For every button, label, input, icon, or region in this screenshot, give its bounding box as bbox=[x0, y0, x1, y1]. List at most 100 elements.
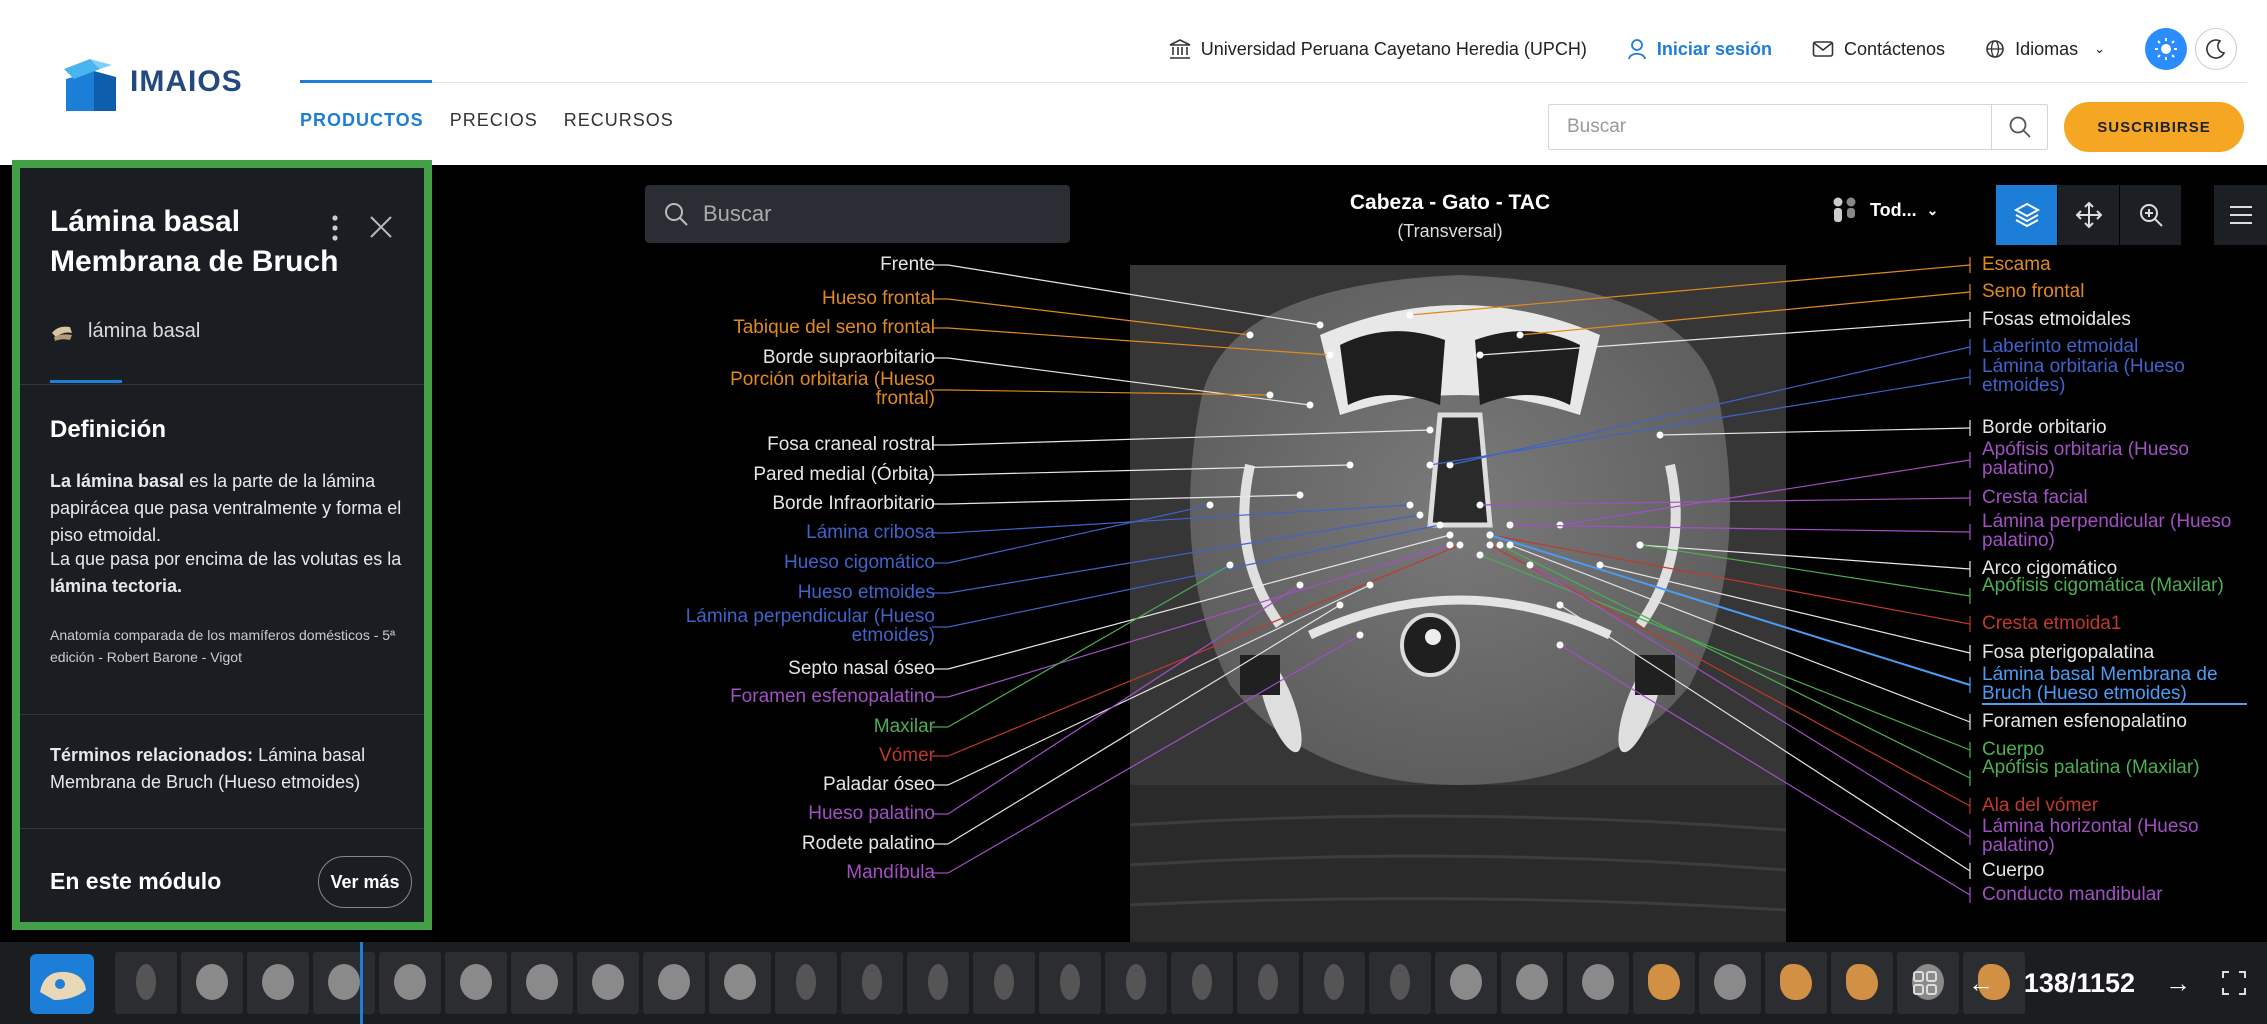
series-thumbnail[interactable] bbox=[1831, 952, 1893, 1014]
anatomy-label-right[interactable]: Fosa pterigopalatina bbox=[1982, 643, 2154, 663]
anatomy-label-right[interactable]: Cresta etmoida1 bbox=[1982, 614, 2121, 634]
anatomy-label-right[interactable]: Cuerpo bbox=[1982, 861, 2044, 881]
nav-item-productos[interactable]: PRODUCTOS bbox=[300, 110, 424, 131]
series-thumbnail[interactable] bbox=[577, 952, 639, 1014]
thumbnail-image bbox=[592, 964, 624, 1000]
series-thumbnail[interactable] bbox=[1237, 952, 1299, 1014]
fullscreen-icon[interactable] bbox=[2221, 970, 2247, 996]
series-thumbnail[interactable] bbox=[379, 952, 441, 1014]
login-label: Iniciar sesión bbox=[1656, 38, 1772, 59]
anatomy-label-right[interactable]: Seno frontal bbox=[1982, 282, 2084, 302]
series-thumbnail[interactable] bbox=[511, 952, 573, 1014]
series-thumbnail[interactable] bbox=[1765, 952, 1827, 1014]
anatomy-label-right[interactable]: Borde orbitario bbox=[1982, 418, 2107, 438]
definition-p1-bold: La lámina basal bbox=[50, 471, 185, 491]
nav-item-recursos[interactable]: RECURSOS bbox=[564, 110, 674, 131]
close-panel-button[interactable] bbox=[366, 212, 396, 242]
header-divider bbox=[300, 82, 2247, 83]
anatomy-label-right[interactable]: Fosas etmoidales bbox=[1982, 310, 2131, 330]
series-thumbnail[interactable] bbox=[247, 952, 309, 1014]
anatomy-label-right[interactable]: Conducto mandibular bbox=[1982, 885, 2163, 905]
grid-view-icon[interactable] bbox=[1912, 970, 1938, 996]
anatomy-label-right[interactable]: Ala del vómer bbox=[1982, 796, 2098, 816]
anatomy-label-right[interactable]: Escama bbox=[1982, 255, 2051, 275]
series-thumbnail[interactable] bbox=[1171, 952, 1233, 1014]
next-slice-button[interactable]: → bbox=[2165, 968, 2191, 999]
series-thumbnail[interactable] bbox=[313, 952, 375, 1014]
language-label: Idiomas bbox=[2015, 38, 2079, 59]
series-thumbnail[interactable] bbox=[643, 952, 705, 1014]
contact-label: Contáctenos bbox=[1843, 38, 1946, 59]
dark-mode-button[interactable] bbox=[2195, 28, 2237, 70]
thumbnail-image bbox=[460, 964, 492, 1000]
anatomy-label-right[interactable]: Lámina perpendicular (Hueso palatino) bbox=[1982, 512, 2257, 550]
anatomy-label-right[interactable]: Lámina horizontal (Hueso palatino) bbox=[1982, 817, 2257, 855]
more-options-button[interactable] bbox=[320, 208, 350, 248]
series-thumbnail[interactable] bbox=[1039, 952, 1101, 1014]
panel-divider bbox=[20, 828, 424, 829]
cat-skull-icon bbox=[40, 971, 86, 1000]
imaios-logo[interactable]: IMAIOS bbox=[60, 55, 270, 115]
series-thumbnail[interactable] bbox=[907, 952, 969, 1014]
anatomy-label-right[interactable]: Lámina orbitaria (Hueso etmoides) bbox=[1982, 357, 2257, 395]
panel-divider bbox=[20, 714, 424, 715]
panel-title-line1: Lámina basal bbox=[50, 205, 241, 238]
theme-toggle[interactable] bbox=[2145, 28, 2237, 70]
thumbnail-image bbox=[196, 964, 228, 1000]
species-icon[interactable] bbox=[30, 954, 94, 1014]
anatomy-label-right[interactable]: Laberinto etmoidal bbox=[1982, 337, 2138, 357]
series-thumbnail[interactable] bbox=[973, 952, 1035, 1014]
anatomy-label-right[interactable]: Apófisis orbitaria (Hueso palatino) bbox=[1982, 440, 2257, 478]
kebab-icon bbox=[332, 215, 338, 241]
thumbnail-image bbox=[1450, 964, 1482, 1000]
alternate-term: lámina basal bbox=[50, 320, 200, 343]
anatomy-label-right[interactable]: Lámina basal Membrana de Bruch (Hueso et… bbox=[1982, 665, 2247, 705]
thumbnail-image bbox=[1060, 964, 1080, 1000]
thumbnail-image bbox=[862, 964, 882, 1000]
series-thumbnail[interactable] bbox=[1105, 952, 1167, 1014]
thumbnail-image bbox=[796, 964, 816, 1000]
series-thumbnail[interactable] bbox=[1303, 952, 1365, 1014]
series-thumbnail[interactable] bbox=[841, 952, 903, 1014]
series-thumbnail[interactable] bbox=[1435, 952, 1497, 1014]
institution-link[interactable]: Universidad Peruana Cayetano Heredia (UP… bbox=[1169, 38, 1587, 60]
see-more-button[interactable]: Ver más bbox=[318, 856, 412, 908]
moon-icon bbox=[2206, 39, 2226, 59]
series-thumbnail[interactable] bbox=[1369, 952, 1431, 1014]
series-thumbnail[interactable] bbox=[1501, 952, 1563, 1014]
logo-cube-icon bbox=[64, 59, 116, 111]
site-search-button[interactable] bbox=[1991, 105, 2047, 149]
series-thumbnail[interactable] bbox=[775, 952, 837, 1014]
light-mode-button[interactable] bbox=[2145, 28, 2187, 70]
language-select[interactable]: Idiomas ⌄ bbox=[1985, 39, 2105, 60]
thumbnail-image bbox=[724, 964, 756, 1000]
series-thumbnail[interactable] bbox=[1699, 952, 1761, 1014]
series-thumbnail[interactable] bbox=[181, 952, 243, 1014]
site-header: IMAIOS Universidad Peruana Cayetano Here… bbox=[0, 0, 2267, 165]
contact-link[interactable]: Contáctenos bbox=[1812, 39, 1945, 60]
series-thumbnail[interactable] bbox=[115, 952, 177, 1014]
site-search-input[interactable] bbox=[1549, 105, 1991, 149]
institution-icon bbox=[1169, 39, 1191, 59]
subscribe-button[interactable]: SUSCRIBIRSE bbox=[2064, 102, 2244, 152]
reference-text: Anatomía comparada de los mamíferos domé… bbox=[50, 627, 396, 665]
thumbnail-image bbox=[262, 964, 294, 1000]
nav-active-indicator bbox=[300, 80, 432, 83]
anatomy-label-right[interactable]: Foramen esfenopalatino bbox=[1982, 712, 2187, 732]
previous-slice-button[interactable]: ← bbox=[1968, 968, 1994, 999]
thumbnail-image bbox=[1846, 964, 1878, 1000]
series-thumbnail[interactable] bbox=[445, 952, 507, 1014]
login-link[interactable]: Iniciar sesión bbox=[1627, 38, 1772, 60]
series-thumbnail[interactable] bbox=[709, 952, 771, 1014]
series-thumbnail[interactable] bbox=[1633, 952, 1695, 1014]
mail-icon bbox=[1812, 41, 1834, 57]
anatomy-label-right[interactable]: Cresta facial bbox=[1982, 488, 2088, 508]
anatomy-label-right[interactable]: Apófisis cigomática (Maxilar) bbox=[1982, 576, 2257, 595]
related-terms: Términos relacionados: Lámina basal Memb… bbox=[50, 742, 410, 796]
nav-item-precios[interactable]: PRECIOS bbox=[450, 110, 538, 131]
anatomy-label-right[interactable]: Apófisis palatina (Maxilar) bbox=[1982, 758, 2257, 777]
user-icon bbox=[1628, 39, 1646, 60]
thumbnail-image bbox=[136, 964, 156, 1000]
series-thumbnail[interactable] bbox=[1567, 952, 1629, 1014]
panel-title-line2: Membrana de Bruch bbox=[50, 245, 339, 278]
